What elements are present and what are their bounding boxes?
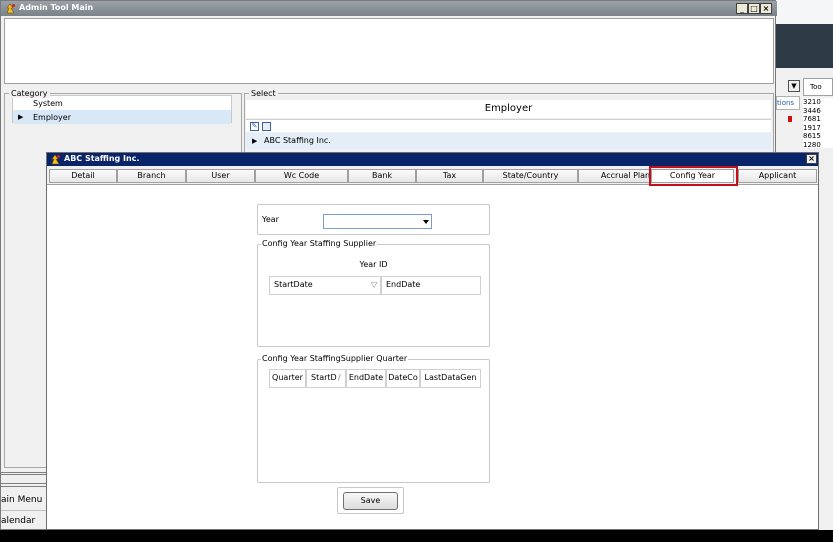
dialog-close-button[interactable]: × [806,154,817,164]
tab-state-country[interactable]: State/Country [483,169,578,183]
edit-icon[interactable]: ✎ [250,122,259,131]
column-header-label: StartDate [274,280,313,289]
category-item-label: Employer [33,113,71,122]
tab-detail[interactable]: Detail [49,169,117,183]
background-window-dark-band [776,24,833,68]
background-number: 1917 [803,123,821,132]
column-header-dateco[interactable]: DateCo [386,369,420,388]
grid-icon[interactable] [262,122,271,131]
supplier-group: Year ID StartDate ▽ EndDate [257,244,490,347]
background-number: 1280 [803,140,821,149]
column-header-enddate[interactable]: EndDate [381,276,481,295]
background-number-list: 3210 3446 7681 1917 8615 1280 [803,98,833,148]
tab-config-year[interactable]: Config Year [649,166,738,186]
top-panel [4,18,774,84]
background-number: 3210 [803,98,821,106]
select-grid-toolbar: ✎ [246,119,771,132]
category-list: System ▶ Employer [12,95,232,124]
tab-branch[interactable]: Branch [117,169,186,183]
app-icon [6,3,15,14]
tab-tax[interactable]: Tax [416,169,483,183]
select-row-label: ABC Staffing Inc. [264,136,331,145]
background-column-header: tions [776,96,800,110]
tab-user[interactable]: User [186,169,255,183]
category-item-label: System [33,99,63,108]
chevron-down-icon [423,220,429,224]
category-label: Category [9,89,50,98]
background-number: 7681 [803,115,821,123]
restore-button[interactable]: □ [748,3,760,14]
save-button[interactable]: Save [343,492,398,510]
splitter[interactable] [1,483,46,487]
quarter-group-label: Config Year StaffingSupplier Quarter [261,354,409,363]
year-panel: Year [257,204,490,235]
background-number: 8615 [803,132,821,140]
column-header-lastdatagen[interactable]: LastDataGen [420,369,481,388]
background-red-mark [788,116,792,122]
background-window-top [776,0,833,24]
quarter-group: Quarter StartD / EndDate DateCo LastData… [257,359,490,483]
close-button[interactable]: × [760,3,772,14]
category-item-employer[interactable]: ▶ Employer [13,110,231,124]
nav-main-menu[interactable]: ain Menu [1,489,46,510]
main-titlebar[interactable]: Admin Tool Main _ □ × [1,1,777,16]
year-id-label: Year ID [359,260,388,269]
select-grid-header: Employer [246,100,771,118]
sort-icon: / [338,373,341,382]
tab-highlight-box [649,166,738,186]
tab-bank[interactable]: Bank [348,169,416,183]
column-header-startdate[interactable]: StartDate ▽ [269,276,381,295]
select-label: Select [249,89,278,98]
sort-icon: ▽ [371,280,378,289]
year-select[interactable] [323,214,432,229]
select-grid-row[interactable]: ▶ ABC Staffing Inc. [246,133,771,149]
select-group: Employer ✎ ▶ ABC Staffing Inc. [244,93,774,153]
taskbar [0,530,833,542]
save-panel: Save [337,487,404,514]
app-icon [51,154,60,165]
supplier-group-label: Config Year Staffing Supplier [261,239,378,248]
year-label: Year [262,215,279,224]
dialog-titlebar[interactable]: ABC Staffing Inc. × [47,153,818,166]
tab-bar: Detail Branch User Wc Code Bank Tax Stat… [47,166,818,186]
background-dropdown-button[interactable]: ▼ [788,80,800,92]
nav-calendar[interactable]: alendar [1,510,46,531]
dialog-title: ABC Staffing Inc. [64,154,140,163]
column-header-label: StartD [311,373,337,382]
column-header-startd[interactable]: StartD / [306,369,346,388]
tab-applicant[interactable]: Applicant [738,169,817,183]
minimize-button[interactable]: _ [736,3,748,14]
row-selector-icon: ▶ [18,113,24,121]
window-title: Admin Tool Main [19,3,94,12]
employer-dialog: ABC Staffing Inc. × Detail Branch User W… [46,152,819,530]
background-tool-tab[interactable]: Too [803,78,833,96]
tab-wc-code[interactable]: Wc Code [255,169,348,183]
background-number: 3446 [803,106,821,115]
row-selector-icon: ▶ [252,137,258,145]
splitter[interactable] [1,472,46,475]
column-header-enddate[interactable]: EndDate [346,369,386,388]
column-header-quarter[interactable]: Quarter [269,369,306,388]
category-item-system[interactable]: System [13,96,231,110]
